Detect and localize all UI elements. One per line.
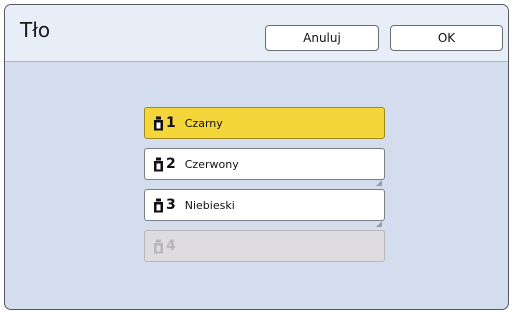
- ink-bottle-icon: [153, 198, 164, 213]
- ink-label: Czarny: [184, 116, 223, 130]
- ink-number: 1: [166, 115, 176, 131]
- ink-4-button: 4: [144, 230, 385, 262]
- ink-3-button[interactable]: 3 Niebieski: [144, 189, 385, 227]
- ink-list: 1 Czarny 2 Czerwony 3 Niebieski 4: [144, 107, 385, 271]
- cancel-button[interactable]: Anuluj: [265, 25, 379, 51]
- ink-number: 2: [166, 156, 176, 172]
- ink-number: 4: [166, 238, 176, 254]
- ink-label: Niebieski: [184, 198, 235, 212]
- ink-2-button[interactable]: 2 Czerwony: [144, 148, 385, 186]
- ink-bottle-icon: [153, 157, 164, 172]
- corner-triangle-icon: [376, 171, 382, 186]
- dialog-header: Tło Anuluj OK: [5, 5, 508, 62]
- ink-number: 3: [166, 197, 176, 213]
- ok-button[interactable]: OK: [390, 25, 503, 51]
- ink-bottle-icon: [153, 239, 164, 254]
- ink-label: Czerwony: [184, 157, 239, 171]
- corner-triangle-icon: [376, 212, 382, 227]
- ink-bottle-icon: [153, 116, 164, 131]
- dialog-title: Tło: [20, 18, 51, 42]
- ink-1-button[interactable]: 1 Czarny: [144, 107, 385, 139]
- dialog-window: Tło Anuluj OK 1 Czarny 2 Czerwony 3 Nieb…: [4, 4, 509, 310]
